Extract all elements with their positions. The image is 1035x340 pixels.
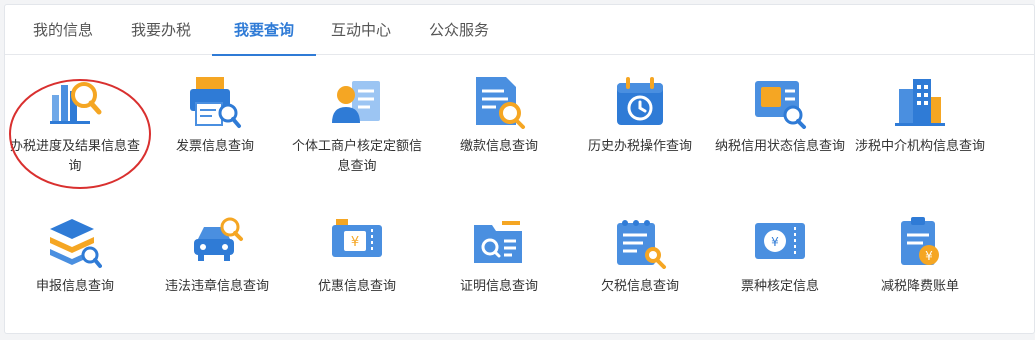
item-payment-query[interactable]: 缴款信息查询 (429, 55, 569, 175)
item-declaration-query[interactable]: 申报信息查询 (5, 195, 145, 315)
bar-chart-search-icon (50, 82, 102, 124)
item-label: 历史办税操作查询 (587, 139, 692, 154)
tab-my-info[interactable]: 我的信息 (27, 5, 99, 55)
item-label: 违法违章信息查询 (164, 279, 269, 294)
svg-text:¥: ¥ (351, 235, 359, 250)
item-label: 办税进度及结果信息查询 (9, 139, 140, 174)
item-violation-query[interactable]: 违法违章信息查询 (147, 195, 287, 315)
tab-query[interactable]: 我要查询 (212, 5, 316, 56)
query-panel: 我的信息 我要办税 我要查询 互动中心 公众服务 办税进度及结果信息查询 发票信… (4, 4, 1035, 334)
item-label: 涉税中介机构信息查询 (854, 139, 985, 154)
ticket-search-icon: ¥ (755, 223, 805, 259)
tab-interaction-center[interactable]: 互动中心 (325, 5, 397, 55)
item-history-query[interactable]: 历史办税操作查询 (570, 55, 710, 175)
building-search-icon (895, 79, 945, 126)
invoice-printer-search-icon (190, 77, 241, 128)
coupon-ticket-icon: ¥ (332, 219, 382, 257)
item-ticket-type-query[interactable]: ¥ 票种核定信息 (710, 195, 850, 315)
query-items-grid: 办税进度及结果信息查询 发票信息查询 个体工商户核定定额信息查询 缴款信息查询 … (5, 55, 1034, 335)
item-label: 证明信息查询 (459, 279, 538, 294)
item-label: 缴款信息查询 (459, 139, 538, 154)
person-card-icon (332, 81, 380, 123)
item-label: 发票信息查询 (175, 139, 254, 154)
clipboard-yuan-icon: ¥ (901, 217, 939, 265)
item-tax-arrears-query[interactable]: 欠税信息查询 (570, 195, 710, 315)
svg-text:¥: ¥ (771, 235, 779, 249)
item-label: 个体工商户核定定额信息查询 (291, 139, 422, 174)
item-label: 纳税信用状态信息查询 (714, 139, 845, 154)
item-tax-reduction-bill[interactable]: ¥ 减税降费账单 (850, 195, 990, 315)
layers-search-icon (50, 219, 102, 268)
item-invoice-query[interactable]: 发票信息查询 (145, 55, 285, 175)
tab-tax-handling[interactable]: 我要办税 (125, 5, 197, 55)
item-certificate-query[interactable]: 证明信息查询 (429, 195, 569, 315)
folder-search-icon (474, 221, 522, 263)
document-search-icon (476, 77, 525, 129)
item-label: 减税降费账单 (880, 279, 959, 294)
item-label: 票种核定信息 (740, 279, 819, 294)
item-label: 欠税信息查询 (600, 279, 679, 294)
item-label: 优惠信息查询 (317, 279, 396, 294)
svg-text:¥: ¥ (925, 249, 933, 263)
tab-public-service[interactable]: 公众服务 (423, 5, 495, 55)
car-search-icon (194, 217, 243, 261)
item-individual-quota-query[interactable]: 个体工商户核定定额信息查询 (287, 55, 427, 175)
item-tax-progress-query[interactable]: 办税进度及结果信息查询 (5, 55, 145, 175)
item-credit-status-query[interactable]: 纳税信用状态信息查询 (710, 55, 850, 175)
calendar-history-icon (617, 77, 663, 125)
credit-card-search-icon (755, 81, 806, 129)
notepad-search-icon (617, 220, 666, 269)
item-agency-query[interactable]: 涉税中介机构信息查询 (850, 55, 990, 175)
item-preferential-query[interactable]: ¥ 优惠信息查询 (287, 195, 427, 315)
item-label: 申报信息查询 (35, 279, 114, 294)
tab-bar: 我的信息 我要办税 我要查询 互动中心 公众服务 (5, 5, 1034, 56)
